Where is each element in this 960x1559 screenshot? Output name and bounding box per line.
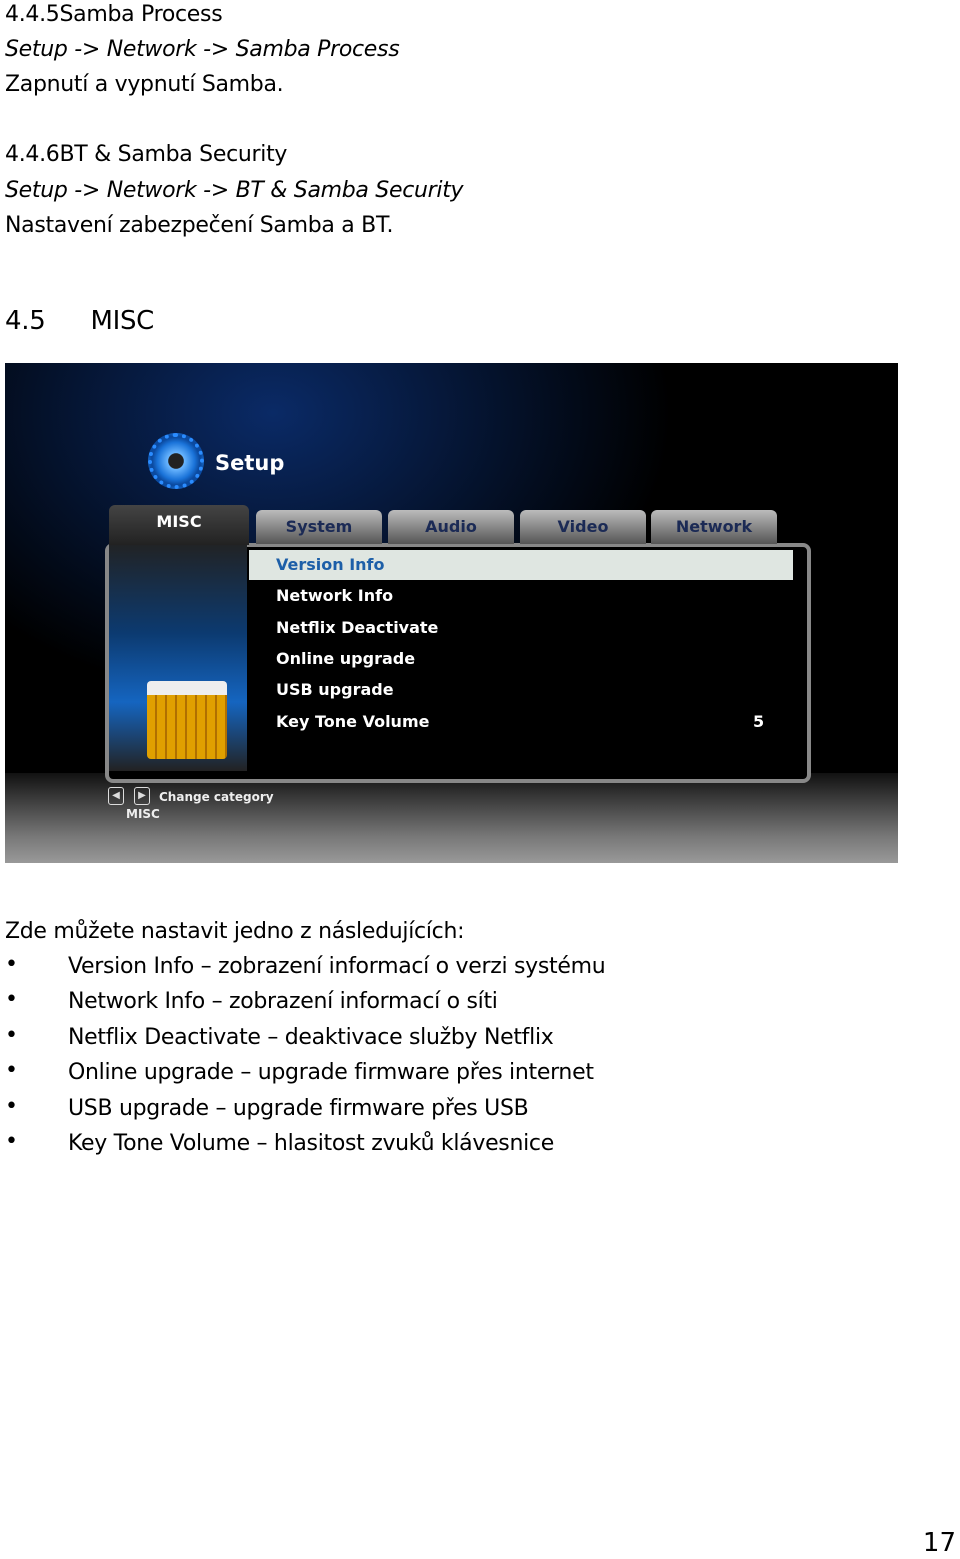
bullet-icon: • (5, 1129, 18, 1154)
bullet-icon: • (5, 987, 18, 1012)
menu-item-online-upgrade[interactable]: Online upgrade (276, 649, 415, 668)
tab-system[interactable]: System (256, 510, 382, 544)
section-description: Zapnutí a vypnutí Samba. (5, 72, 284, 97)
heading-title: MISC (90, 306, 155, 336)
setup-screenshot: Setup MISC System Audio Video Network Ve… (5, 363, 898, 863)
heading-number: 4.5 (5, 306, 46, 336)
key-tone-volume-value: 5 (753, 712, 765, 731)
tab-misc[interactable]: MISC (109, 505, 249, 545)
list-item: Key Tone Volume – hlasitost zvuků kláves… (68, 1131, 554, 1156)
list-item: Online upgrade – upgrade firmware přes i… (68, 1060, 594, 1085)
change-category-hint: Change category (159, 790, 274, 804)
arrow-left-icon: ◀ (108, 787, 124, 805)
screen-title: Setup (215, 451, 285, 475)
bullet-icon: • (5, 1058, 18, 1083)
list-item: Version Info – zobrazení informací o ver… (68, 954, 606, 979)
list-item: USB upgrade – upgrade firmware přes USB (68, 1096, 529, 1121)
list-item: Netflix Deactivate – deaktivace služby N… (68, 1025, 554, 1050)
menu-item-version-info[interactable]: Version Info (276, 555, 385, 574)
section-heading: 4.4.6BT & Samba Security (5, 142, 288, 167)
menu-item-network-info[interactable]: Network Info (276, 586, 393, 605)
tab-video[interactable]: Video (520, 510, 646, 544)
bullet-icon: • (5, 1094, 18, 1119)
menu-item-key-tone-volume[interactable]: Key Tone Volume (276, 712, 429, 731)
menu-path: Setup -> Network -> Samba Process (5, 37, 400, 62)
list-item: Network Info – zobrazení informací o sít… (68, 989, 498, 1014)
section-heading: 4.4.5Samba Process (5, 2, 223, 27)
tab-audio[interactable]: Audio (388, 510, 514, 544)
menu-item-netflix-deactivate[interactable]: Netflix Deactivate (276, 618, 438, 637)
intro-text: Zde můžete nastavit jedno z následujícíc… (5, 919, 465, 944)
toolbox-icon (147, 681, 227, 759)
section-description: Nastavení zabezpečení Samba a BT. (5, 213, 394, 238)
tab-network[interactable]: Network (651, 510, 777, 544)
misc-heading: 4.5 MISC (5, 306, 154, 336)
category-image (109, 541, 247, 771)
bullet-icon: • (5, 952, 18, 977)
page-number: 17 (922, 1528, 956, 1558)
menu-item-usb-upgrade[interactable]: USB upgrade (276, 680, 394, 699)
arrow-right-icon: ▶ (134, 787, 150, 805)
bullet-icon: • (5, 1023, 18, 1048)
menu-path: Setup -> Network -> BT & Samba Security (5, 178, 464, 203)
gear-icon (148, 433, 204, 489)
current-category: MISC (126, 807, 160, 821)
